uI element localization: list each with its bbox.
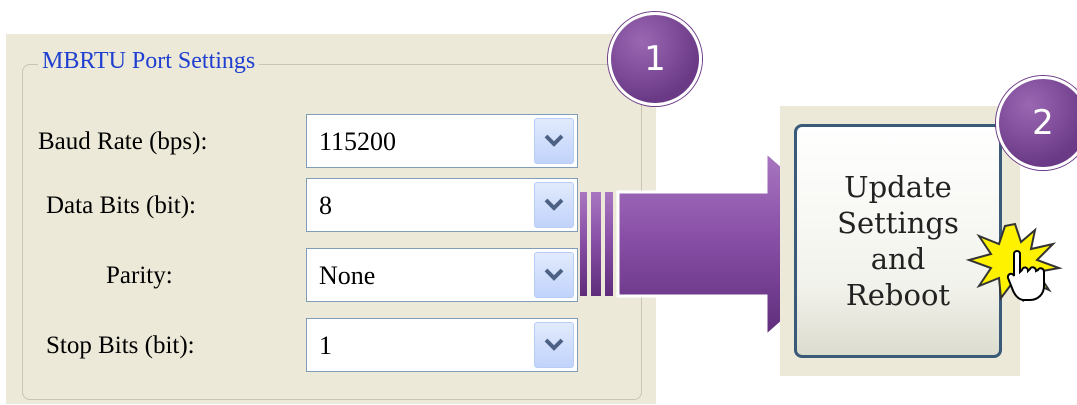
data-bits-label: Data Bits (bit): bbox=[46, 192, 196, 219]
data-bits-value: 8 bbox=[319, 191, 332, 220]
data-bits-select[interactable]: 8 bbox=[306, 178, 578, 232]
stop-bits-row: Stop Bits (bit): 1 bbox=[6, 318, 656, 374]
step-1-badge: 1 bbox=[608, 12, 702, 106]
stop-bits-select[interactable]: 1 bbox=[306, 318, 578, 372]
parity-select[interactable]: None bbox=[306, 248, 578, 302]
stop-bits-label: Stop Bits (bit): bbox=[46, 332, 195, 359]
baud-rate-row: Baud Rate (bps): 115200 bbox=[6, 114, 656, 170]
chevron-down-icon[interactable] bbox=[534, 182, 574, 228]
group-title: MBRTU Port Settings bbox=[38, 44, 260, 78]
baud-rate-value: 115200 bbox=[319, 127, 397, 156]
data-bits-row: Data Bits (bit): 8 bbox=[6, 178, 656, 234]
stop-bits-value: 1 bbox=[319, 331, 332, 360]
step-2-number: 2 bbox=[1032, 103, 1054, 143]
step-1-number: 1 bbox=[644, 39, 666, 79]
chevron-down-icon[interactable] bbox=[534, 118, 574, 164]
hand-pointer-icon bbox=[1006, 250, 1045, 301]
update-button-label: Update Settings and Reboot bbox=[837, 170, 959, 312]
port-settings-panel: MBRTU Port Settings Baud Rate (bps): 115… bbox=[6, 34, 656, 404]
parity-label: Parity: bbox=[106, 262, 173, 289]
baud-rate-label: Baud Rate (bps): bbox=[38, 128, 208, 155]
baud-rate-select[interactable]: 115200 bbox=[306, 114, 578, 168]
parity-value: None bbox=[319, 261, 376, 290]
chevron-down-icon[interactable] bbox=[534, 322, 574, 368]
parity-row: Parity: None bbox=[6, 248, 656, 304]
chevron-down-icon[interactable] bbox=[534, 252, 574, 298]
